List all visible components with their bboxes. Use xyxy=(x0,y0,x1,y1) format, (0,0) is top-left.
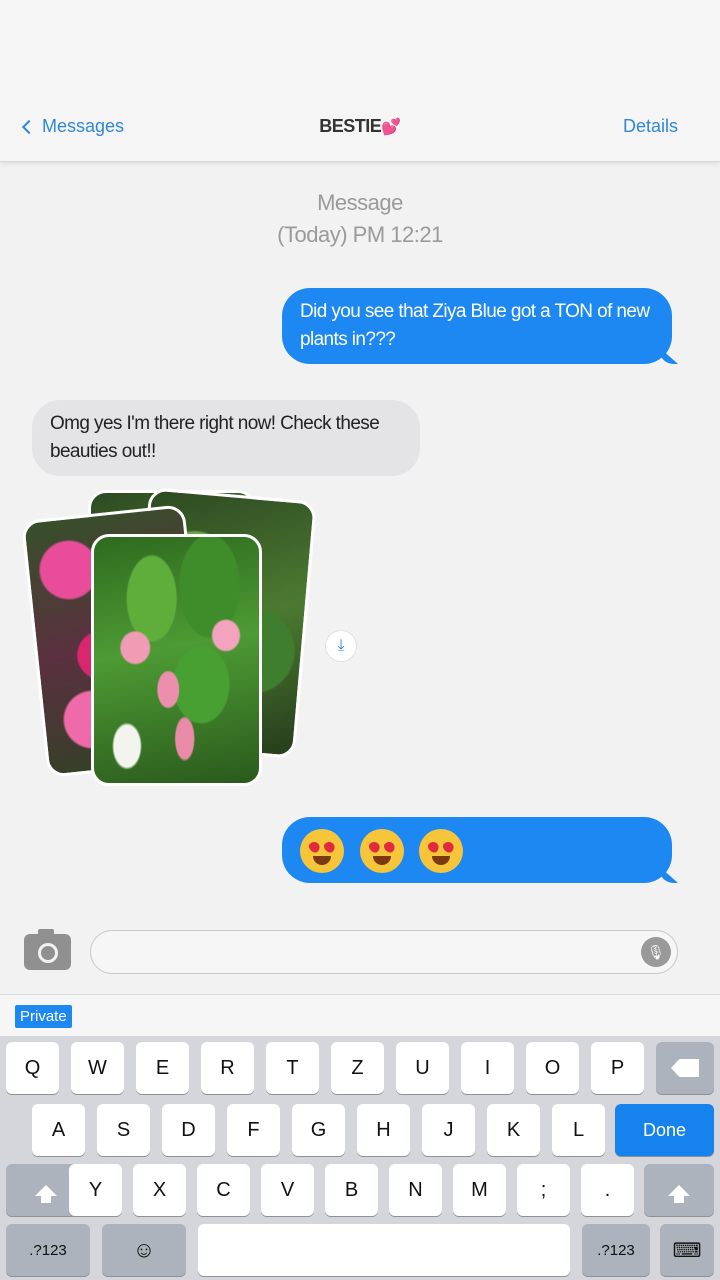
key-f[interactable]: F xyxy=(227,1104,280,1156)
key-t[interactable]: T xyxy=(266,1042,319,1094)
key-g[interactable]: G xyxy=(292,1104,345,1156)
emoji-icon: ☺ xyxy=(132,1237,156,1262)
heart-eyes-emoji xyxy=(300,829,344,873)
message-bubble-outgoing[interactable]: Did you see that Ziya Blue got a TON of … xyxy=(282,288,672,364)
shift-icon xyxy=(35,1184,57,1203)
key-semicolon[interactable]: ; xyxy=(517,1164,570,1216)
keyboard-dismiss-key[interactable]: ⌨ xyxy=(660,1224,714,1276)
backspace-key[interactable] xyxy=(656,1042,714,1094)
download-button[interactable]: ⤓ xyxy=(325,630,357,662)
key-w[interactable]: W xyxy=(71,1042,124,1094)
key-y[interactable]: Y xyxy=(69,1164,122,1216)
timestamp-line1: Message xyxy=(317,190,403,215)
camera-icon[interactable] xyxy=(24,929,71,970)
message-text: Did you see that Ziya Blue got a TON of … xyxy=(300,301,650,350)
microphone-icon[interactable]: 🎙 xyxy=(641,937,671,967)
message-bubble-incoming[interactable]: Omg yes I'm there right now! Check these… xyxy=(32,400,420,476)
message-text: Omg yes I'm there right now! Check these… xyxy=(50,413,380,462)
heart-eyes-emoji xyxy=(359,829,404,873)
heart-eyes-emoji xyxy=(419,829,464,873)
hearts-emoji: 💕 xyxy=(381,119,401,136)
emoji-key[interactable]: ☺ xyxy=(102,1224,186,1276)
shift-key-right[interactable] xyxy=(644,1164,714,1216)
nav-header: Messages BESTIE💕 Details xyxy=(0,0,720,162)
numbers-key-right[interactable]: .?123 xyxy=(582,1224,650,1276)
key-k[interactable]: K xyxy=(487,1104,540,1156)
key-v[interactable]: V xyxy=(261,1164,314,1216)
backspace-icon xyxy=(671,1059,699,1077)
shift-icon xyxy=(668,1184,690,1203)
key-m[interactable]: M xyxy=(453,1164,506,1216)
details-button[interactable]: Details xyxy=(623,116,678,137)
key-x[interactable]: X xyxy=(133,1164,186,1216)
key-b[interactable]: B xyxy=(325,1164,378,1216)
key-z[interactable]: Z xyxy=(331,1042,384,1094)
photo-front[interactable] xyxy=(91,534,262,786)
timestamp-line2: (Today) PM 12:21 xyxy=(277,222,443,247)
space-key[interactable] xyxy=(198,1224,570,1276)
key-d[interactable]: D xyxy=(162,1104,215,1156)
key-c[interactable]: C xyxy=(197,1164,250,1216)
private-badge[interactable]: Private xyxy=(15,1005,72,1028)
key-q[interactable]: Q xyxy=(6,1042,59,1094)
key-h[interactable]: H xyxy=(357,1104,410,1156)
key-a[interactable]: A xyxy=(32,1104,85,1156)
key-j[interactable]: J xyxy=(422,1104,475,1156)
key-s[interactable]: S xyxy=(97,1104,150,1156)
numbers-key-left[interactable]: .?123 xyxy=(6,1224,90,1276)
download-icon: ⤓ xyxy=(337,637,345,654)
key-i[interactable]: I xyxy=(461,1042,514,1094)
keyboard-toolbar: Private xyxy=(0,994,720,1038)
conversation-title: BESTIE💕 xyxy=(0,116,720,137)
title-text: BESTIE xyxy=(319,116,382,136)
key-u[interactable]: U xyxy=(396,1042,449,1094)
message-bubble-outgoing-emoji[interactable] xyxy=(282,817,672,883)
done-key[interactable]: Done xyxy=(615,1104,714,1156)
key-r[interactable]: R xyxy=(201,1042,254,1094)
key-l[interactable]: L xyxy=(552,1104,605,1156)
key-o[interactable]: O xyxy=(526,1042,579,1094)
message-input[interactable]: 🎙 xyxy=(90,930,678,974)
key-period[interactable]: . xyxy=(581,1164,634,1216)
keyboard-icon: ⌨ xyxy=(672,1239,702,1262)
key-p[interactable]: P xyxy=(591,1042,644,1094)
keyboard: Q W E R T Z U I O P A S D F G H J K L Do… xyxy=(0,1036,720,1280)
key-e[interactable]: E xyxy=(136,1042,189,1094)
key-n[interactable]: N xyxy=(389,1164,442,1216)
